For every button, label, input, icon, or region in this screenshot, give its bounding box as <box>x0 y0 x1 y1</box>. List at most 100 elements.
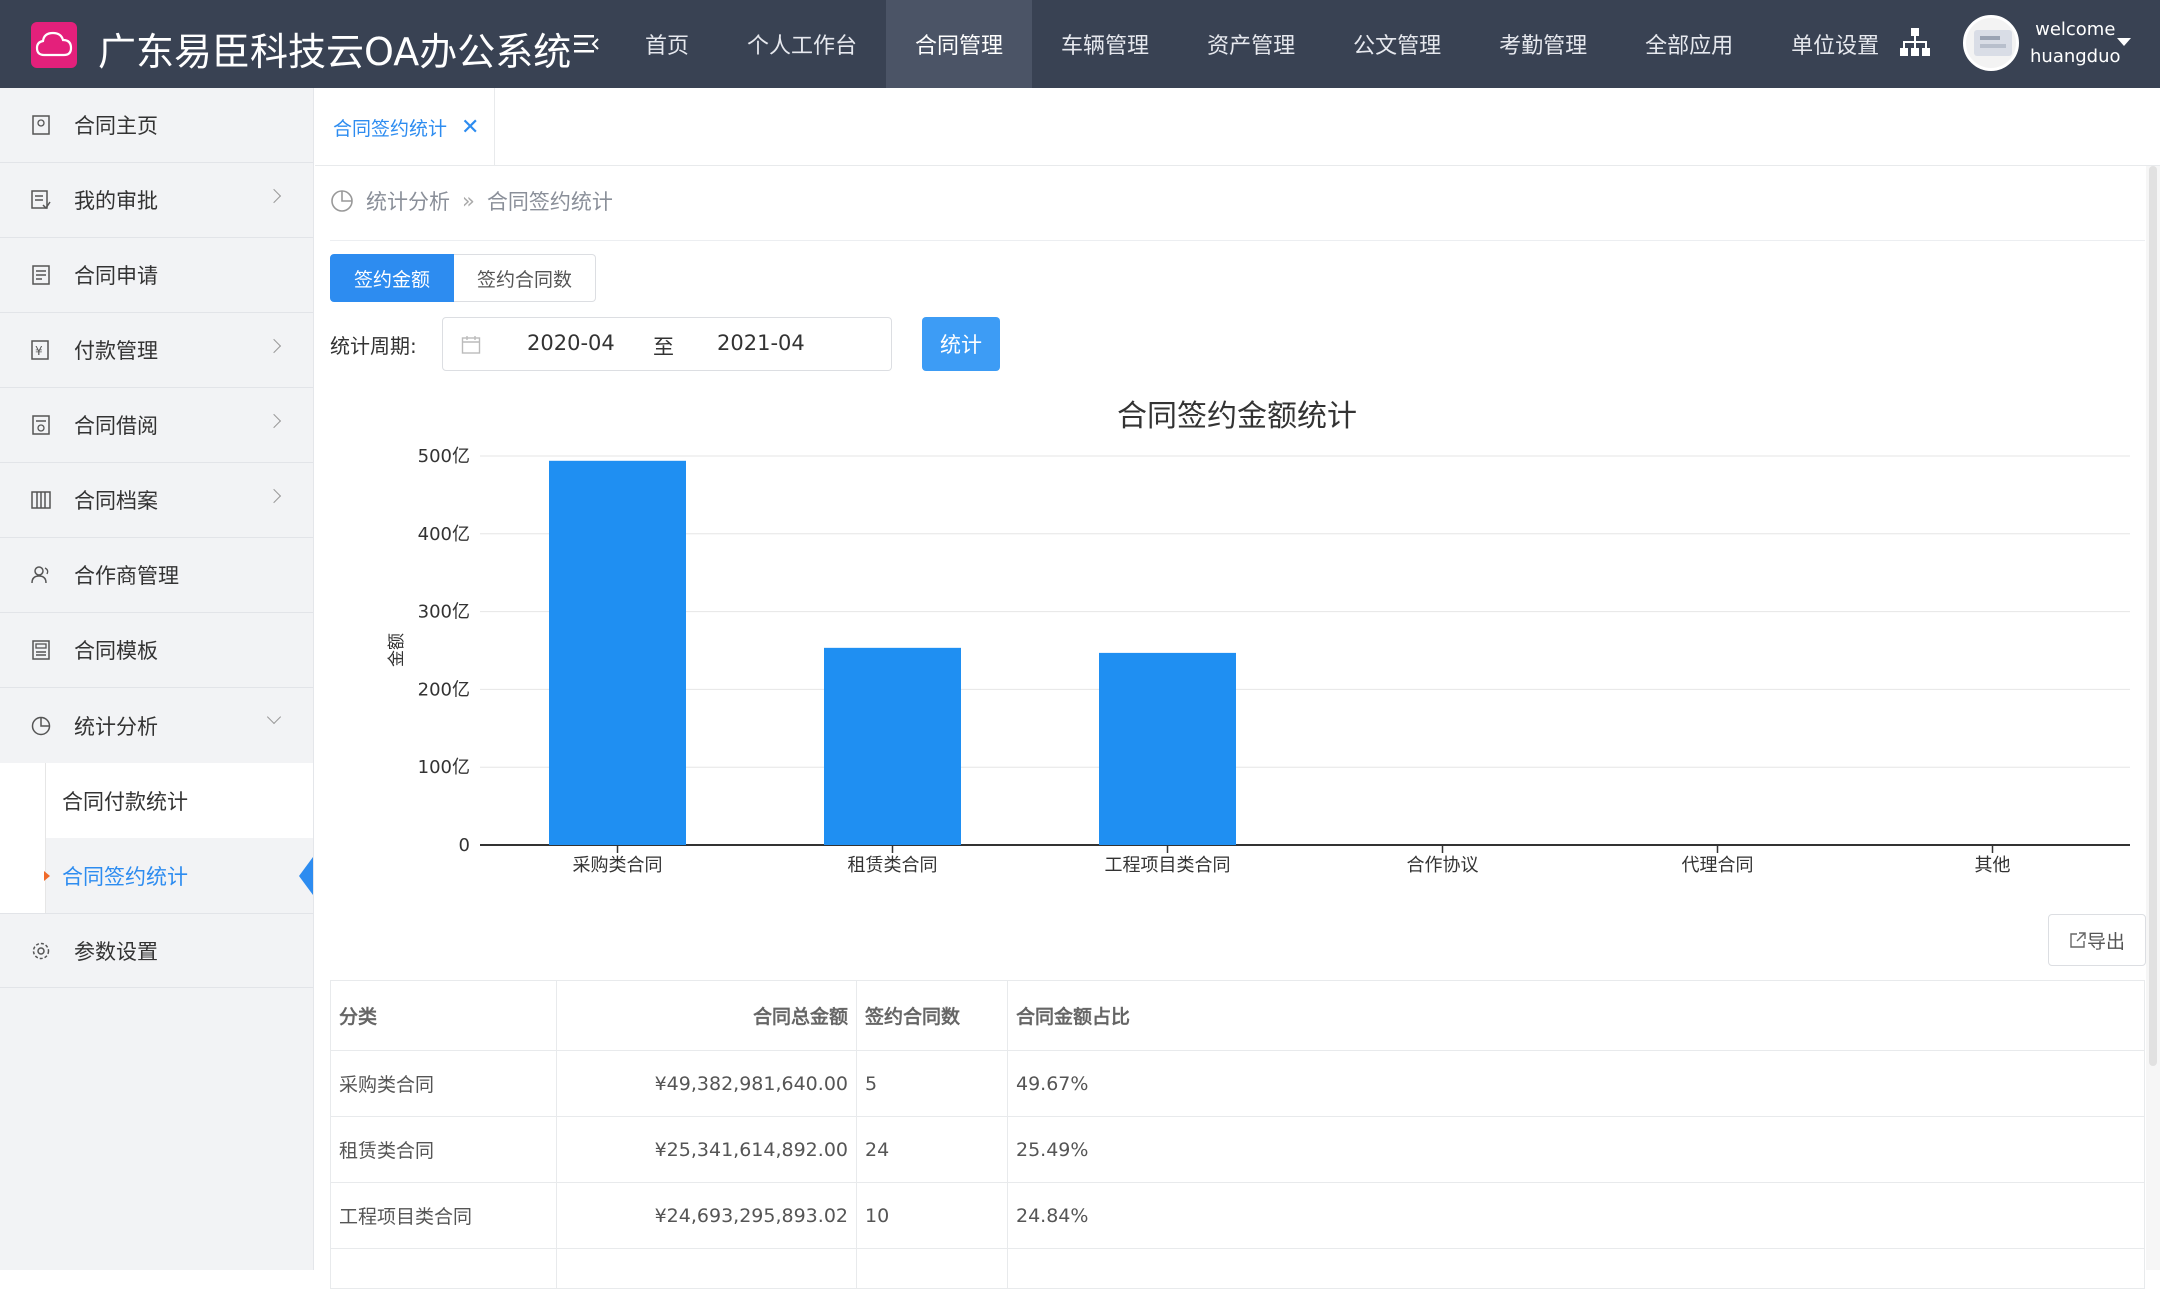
breadcrumb-parent[interactable]: 统计分析 <box>366 186 450 216</box>
cell-amount-ratio: 25.49% <box>1008 1117 2145 1182</box>
sidebar-item-partners[interactable]: 合作商管理 <box>0 538 313 613</box>
avatar[interactable] <box>1963 15 2019 71</box>
chevron-right-icon <box>266 413 282 429</box>
end-month[interactable]: 2021-04 <box>717 331 805 355</box>
sidebar-item-label: 合同申请 <box>74 264 158 288</box>
breadcrumb: 统计分析 » 合同签约统计 <box>330 186 613 216</box>
segment-sign-count[interactable]: 签约合同数 <box>454 254 597 302</box>
contract-home-icon <box>30 114 52 136</box>
sidebar-item-my-approval[interactable]: 我的审批 <box>0 163 313 238</box>
sidebar-item-label: 付款管理 <box>74 339 158 363</box>
date-range-picker[interactable]: 2020-04 至 2021-04 <box>442 317 892 371</box>
sidebar-item-label: 合同模板 <box>74 639 158 663</box>
table-header: 分类 合同总金额 签约合同数 合同金额占比 <box>331 981 2145 1051</box>
pie-chart-icon <box>30 715 52 737</box>
header-category: 分类 <box>331 981 557 1050</box>
cloud-logo-icon <box>31 22 77 68</box>
breadcrumb-current: 合同签约统计 <box>486 190 613 214</box>
sidebar-item-label: 合作商管理 <box>74 564 179 588</box>
header-contract-count: 签约合同数 <box>857 981 1008 1050</box>
tab-signing-stats[interactable]: 合同签约统计 ✕ <box>315 88 495 166</box>
export-button[interactable]: 导出 <box>2048 914 2146 966</box>
x-tick-label: 采购类合同 <box>573 855 663 876</box>
nav-all-apps[interactable]: 全部应用 <box>1616 0 1762 88</box>
borrow-icon <box>30 414 52 436</box>
metric-switch: 签约金额 签约合同数 <box>330 254 597 302</box>
active-marker-icon <box>44 871 50 881</box>
sidebar-subitem-signing-stats[interactable]: 合同签约统计 <box>44 838 313 913</box>
tab-label: 合同签约统计 <box>333 117 448 140</box>
menu-toggle-icon[interactable] <box>572 30 600 58</box>
x-tick-label: 合作协议 <box>1407 855 1479 876</box>
org-chart-icon[interactable] <box>1898 26 1932 60</box>
cell-empty <box>857 1249 1008 1288</box>
calendar-icon <box>461 336 481 354</box>
sidebar-item-archive[interactable]: 合同档案 <box>0 463 313 538</box>
nav-asset-management[interactable]: 资产管理 <box>1178 0 1324 88</box>
segment-sign-amount[interactable]: 签约金额 <box>330 254 455 302</box>
cell-category: 采购类合同 <box>331 1051 557 1116</box>
sidebar-subitem-label: 合同签约统计 <box>62 864 188 889</box>
nav-contract-management[interactable]: 合同管理 <box>886 0 1033 88</box>
x-tick-label: 工程项目类合同 <box>1105 855 1231 876</box>
statistics-button[interactable]: 统计 <box>922 317 1000 371</box>
table-row: 采购类合同 ¥49,382,981,640.00 5 49.67% <box>331 1051 2145 1117</box>
sidebar-item-templates[interactable]: 合同模板 <box>0 613 313 688</box>
cell-total-amount: ¥25,341,614,892.00 <box>557 1117 857 1182</box>
table-row: 工程项目类合同 ¥24,693,295,893.02 10 24.84% <box>331 1183 2145 1249</box>
chevron-down-icon[interactable] <box>2117 38 2131 46</box>
gear-icon <box>30 940 52 962</box>
sidebar-item-borrow[interactable]: 合同借阅 <box>0 388 313 463</box>
export-icon <box>2070 932 2086 948</box>
main-nav: 首页 个人工作台 合同管理 车辆管理 资产管理 公文管理 考勤管理 全部应用 单… <box>616 0 1908 88</box>
divider <box>330 240 2145 241</box>
close-icon[interactable]: ✕ <box>461 115 479 140</box>
start-month[interactable]: 2020-04 <box>527 331 615 355</box>
cell-empty <box>557 1249 857 1288</box>
scrollbar-thumb[interactable] <box>2149 166 2157 1066</box>
sidebar-item-label: 我的审批 <box>74 189 158 213</box>
sidebar-item-settings[interactable]: 参数设置 <box>0 913 313 988</box>
user-menu[interactable]: welcome huangduo <box>2030 16 2121 70</box>
cell-amount-ratio: 24.84% <box>1008 1183 2145 1248</box>
sidebar-item-contract-home[interactable]: 合同主页 <box>0 88 313 163</box>
y-axis-label: 金额 <box>387 633 407 667</box>
cell-category: 工程项目类合同 <box>331 1183 557 1248</box>
cell-empty <box>331 1249 557 1288</box>
sidebar-subitem-payment-stats[interactable]: 合同付款统计 <box>45 763 313 838</box>
pie-chart-icon <box>331 190 353 212</box>
cell-total-amount: ¥24,693,295,893.02 <box>557 1183 857 1248</box>
cell-total-amount: ¥49,382,981,640.00 <box>557 1051 857 1116</box>
active-pointer-icon <box>299 857 313 895</box>
nav-workbench[interactable]: 个人工作台 <box>718 0 886 88</box>
tab-bar: 合同签约统计 ✕ <box>315 88 2160 166</box>
cell-empty <box>1008 1249 2145 1288</box>
y-tick-label: 100亿 <box>418 757 470 778</box>
cell-contract-count: 10 <box>857 1183 1008 1248</box>
bar <box>549 460 686 845</box>
chart-title: 合同签约金额统计 <box>1117 399 1357 434</box>
cell-contract-count: 24 <box>857 1117 1008 1182</box>
sidebar-item-contract-application[interactable]: 合同申请 <box>0 238 313 313</box>
y-tick-label: 500亿 <box>418 446 470 467</box>
y-tick-label: 0 <box>459 835 470 856</box>
chevron-down-icon <box>266 709 282 725</box>
sidebar-item-statistics[interactable]: 统计分析 <box>0 688 313 763</box>
sidebar-item-payment[interactable]: ¥ 付款管理 <box>0 313 313 388</box>
nav-attendance-management[interactable]: 考勤管理 <box>1470 0 1616 88</box>
x-tick-label: 代理合同 <box>1682 855 1754 876</box>
approval-icon <box>30 189 52 211</box>
nav-home[interactable]: 首页 <box>616 0 718 88</box>
y-tick-label: 300亿 <box>418 602 470 623</box>
sidebar-item-label: 统计分析 <box>74 714 158 739</box>
username: huangduo <box>2030 46 2121 67</box>
template-icon <box>30 639 52 661</box>
nav-document-management[interactable]: 公文管理 <box>1324 0 1470 88</box>
scrollbar[interactable] <box>2146 166 2160 1270</box>
y-tick-label: 200亿 <box>418 679 470 700</box>
nav-vehicle-management[interactable]: 车辆管理 <box>1032 0 1178 88</box>
chevron-right-icon <box>266 188 282 204</box>
payment-icon: ¥ <box>30 339 52 361</box>
sidebar: 合同主页 我的审批 合同申请 ¥ 付款管理 合同借阅 合同档案 合作商管理 合同… <box>0 88 314 1270</box>
nav-unit-settings[interactable]: 单位设置 <box>1762 0 1908 88</box>
